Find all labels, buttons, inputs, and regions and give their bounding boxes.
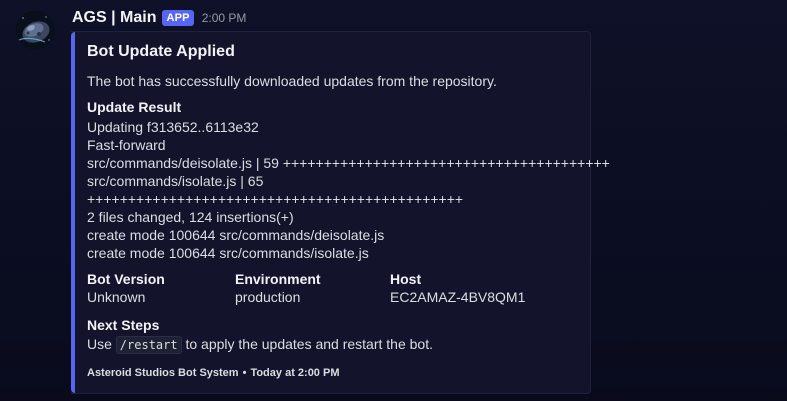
embed-footer: Asteroid Studios Bot System • Today at 2:0…: [87, 365, 578, 381]
update-result-field: Update Result Updating f313652..6113e32 …: [87, 98, 610, 262]
update-result-line: Fast-forward: [87, 137, 166, 153]
embed-accent-bar: [71, 32, 75, 393]
host-label: Host: [390, 271, 422, 287]
update-result-line: create mode 100644 src/commands/isolate.…: [87, 245, 369, 261]
environment-field: Environment production: [235, 270, 390, 306]
update-result-line: Updating f313652..6113e32: [87, 119, 259, 135]
next-steps-field: Next Steps Use /restart to apply the upd…: [87, 316, 578, 355]
bot-version-value: Unknown: [87, 289, 146, 305]
embed-title: Bot Update Applied: [87, 43, 235, 60]
update-result-line: src/commands/deisolate.js | 59 +++++++++…: [87, 155, 610, 171]
environment-value: production: [235, 289, 301, 305]
next-steps-label: Next Steps: [87, 317, 160, 333]
next-steps-prefix: Use: [87, 336, 112, 352]
asteroid-avatar-icon[interactable]: [15, 10, 55, 50]
update-result-line: create mode 100644 src/commands/deisolat…: [87, 227, 385, 243]
footer-text: Asteroid Studios Bot System: [87, 367, 239, 379]
message-header: AGS | Main APP 2:00 PM: [72, 8, 246, 28]
next-steps-suffix: to apply the updates and restart the bot…: [185, 336, 433, 352]
update-result-line: 2 files changed, 124 insertions(+): [87, 209, 294, 225]
update-result-lines: Updating f313652..6113e32 Fast-forward s…: [87, 118, 610, 262]
next-steps-text: Use /restart to apply the updates and re…: [87, 334, 578, 355]
update-embed: Bot Update Applied The bot has successfu…: [71, 31, 610, 394]
update-result-label: Update Result: [87, 99, 182, 115]
info-fields-row: Bot Version Unknown Environment producti…: [87, 270, 578, 306]
update-result-line: src/commands/isolate.js | 65: [87, 173, 264, 189]
host-value: EC2AMAZ-4BV8QM1: [390, 289, 526, 305]
environment-label: Environment: [235, 271, 321, 287]
footer-separator: •: [242, 367, 247, 379]
update-result-line: ++++++++++++++++++++++++++++++++++++++++…: [87, 191, 464, 207]
embed-description: The bot has successfully downloaded upda…: [87, 73, 497, 89]
bot-message: AGS | Main APP 2:00 PM Bot Update Applie…: [0, 0, 787, 401]
footer-timestamp: Today at 2:00 PM: [250, 367, 340, 379]
bot-version-label: Bot Version: [87, 271, 165, 287]
embed-content: Bot Update Applied The bot has successfu…: [87, 42, 610, 381]
username[interactable]: AGS | Main: [72, 9, 156, 27]
app-badge: APP: [162, 10, 194, 26]
host-field: Host EC2AMAZ-4BV8QM1: [390, 270, 540, 306]
message-timestamp[interactable]: 2:00 PM: [202, 11, 247, 25]
bot-version-field: Bot Version Unknown: [87, 270, 235, 306]
restart-command-code: /restart: [115, 336, 182, 354]
